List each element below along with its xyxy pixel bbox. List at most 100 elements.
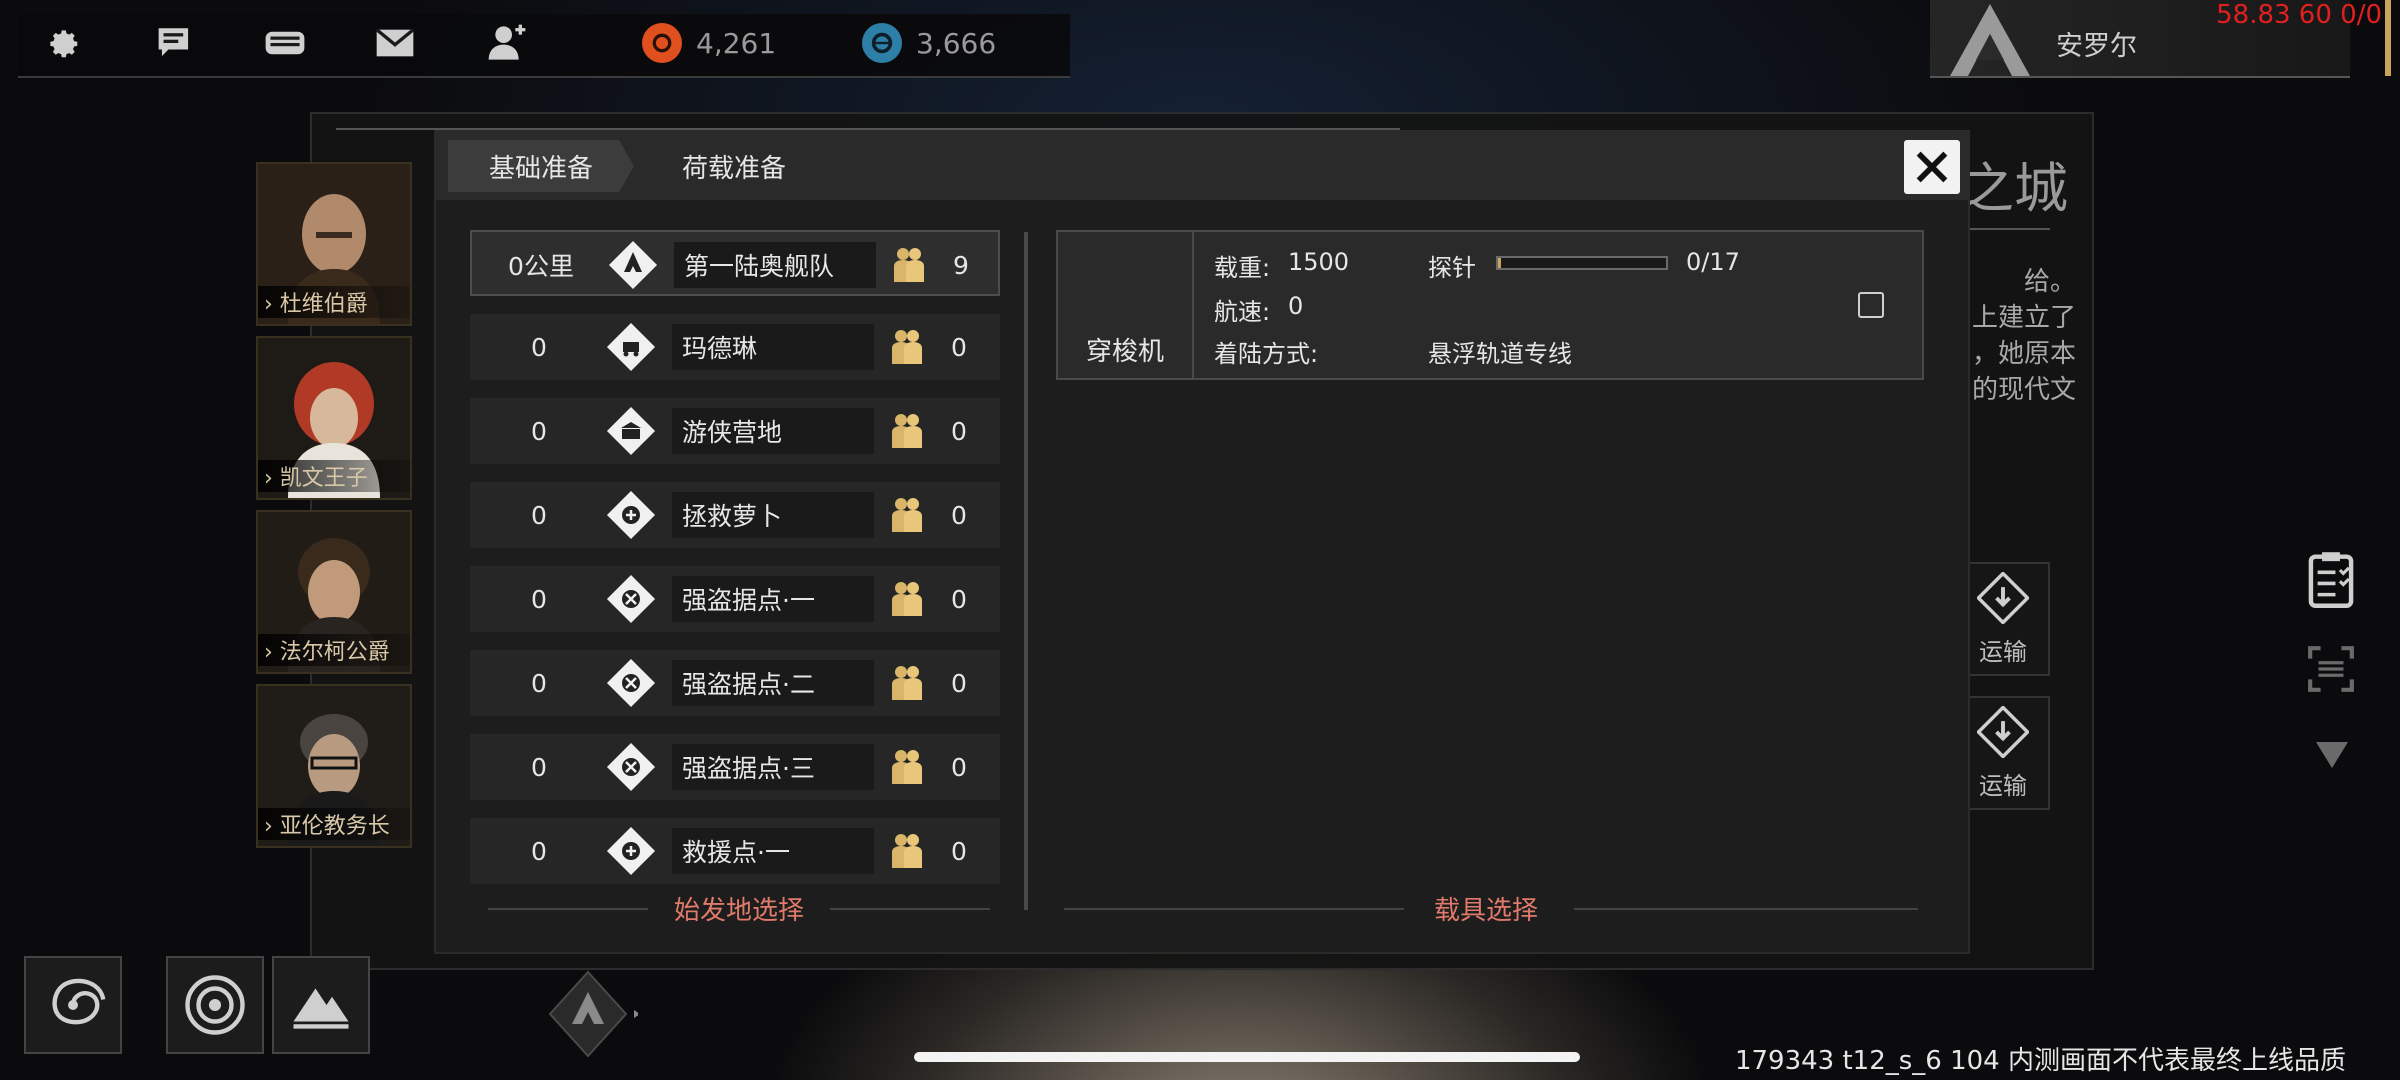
galaxy-button[interactable] xyxy=(24,956,122,1054)
route-count: 0 xyxy=(951,584,967,614)
load-value: 1500 xyxy=(1288,248,1350,276)
planet-button[interactable] xyxy=(166,956,264,1054)
background-title: 之城 xyxy=(1960,157,2068,220)
vehicle-section-label: 载具选择 xyxy=(1434,896,1539,926)
section-line xyxy=(488,908,648,910)
galaxy-icon xyxy=(52,978,106,1025)
character-name-text: 凯文王子 xyxy=(279,466,368,491)
route-distance: 0公里 xyxy=(508,252,574,281)
arrow-up-icon xyxy=(608,240,658,290)
character-card-3[interactable]: › 法尔柯公爵 xyxy=(256,510,412,674)
probe-progress-bar xyxy=(1496,256,1668,270)
gamepad-icon[interactable] xyxy=(262,20,308,66)
load-label: 载重: xyxy=(1214,254,1271,282)
crew-icon xyxy=(892,666,922,700)
tab-label: 基础准备 xyxy=(488,153,593,184)
download-icon xyxy=(1977,705,2029,758)
close-icon xyxy=(1916,151,1948,183)
faction-diamond-button[interactable] xyxy=(538,970,640,1064)
crossed-swords-icon xyxy=(606,574,656,624)
rescue-icon xyxy=(606,826,656,876)
add-friend-icon[interactable] xyxy=(484,20,530,66)
character-name: › 亚伦教务长 xyxy=(258,808,410,840)
crossed-swords-icon xyxy=(606,658,656,708)
close-button[interactable] xyxy=(1904,140,1960,194)
crew-icon xyxy=(892,582,922,616)
vehicle-icon xyxy=(606,322,656,372)
vehicle-name: 穿梭机 xyxy=(1058,232,1194,378)
crew-icon xyxy=(892,750,922,784)
background-text: 给。 上建立了 ，她原本 的现代文 xyxy=(1956,264,2076,408)
scan-icon[interactable] xyxy=(2306,644,2356,698)
background-text-line: 上建立了 xyxy=(1971,303,2076,333)
route-distance: 0 xyxy=(531,332,547,362)
chat-icon[interactable] xyxy=(152,20,198,66)
route-count: 0 xyxy=(951,836,967,866)
route-name: 救援点·一 xyxy=(672,828,874,874)
planet-icon xyxy=(185,975,245,1035)
player-name: 安罗尔 xyxy=(2056,31,2137,62)
route-count: 0 xyxy=(951,332,967,362)
vehicle-card[interactable]: 穿梭机 载重: 1500 探针 0/17 航速: 0 着陆方式: 悬浮轨道专线 xyxy=(1056,230,1924,380)
orange-currency: 4,261 xyxy=(642,20,776,66)
route-row[interactable]: 0 强盗据点·三 0 xyxy=(470,734,1000,800)
route-row[interactable]: 0 强盗据点·二 0 xyxy=(470,650,1000,716)
mountain-icon xyxy=(293,988,349,1029)
clipboard-icon[interactable] xyxy=(2306,550,2356,612)
gear-icon[interactable] xyxy=(40,20,86,66)
mountain-button[interactable] xyxy=(272,956,370,1054)
blue-currency-value: 3,666 xyxy=(916,26,997,60)
probe-value: 0/17 xyxy=(1686,248,1740,276)
orange-currency-value: 4,261 xyxy=(696,26,777,60)
route-name: 强盗据点·三 xyxy=(672,744,874,790)
route-row[interactable]: 0 救援点·一 0 xyxy=(470,818,1000,884)
tab-basic-prep[interactable]: 基础准备 xyxy=(448,140,634,192)
transport-label: 运输 xyxy=(1979,771,2027,800)
route-row[interactable]: 0 强盗据点·一 0 xyxy=(470,566,1000,632)
route-distance: 0 xyxy=(531,500,547,530)
fps-counter: 58.83 60 0/0 xyxy=(2216,0,2382,30)
character-name: › 法尔柯公爵 xyxy=(258,634,410,666)
probe-label: 探针 xyxy=(1428,254,1476,282)
route-name: 玛德琳 xyxy=(672,324,874,370)
route-row[interactable]: 0 玛德琳 0 xyxy=(470,314,1000,380)
crossed-swords-icon xyxy=(606,742,656,792)
section-line xyxy=(1064,908,1404,910)
build-watermark: 179343 t12_s_6 104 内测画面不代表最终上线品质 xyxy=(1734,1046,2346,1076)
origin-section-label: 始发地选择 xyxy=(674,896,805,926)
landing-label: 着陆方式: xyxy=(1214,340,1319,368)
background-text-line: ，她原本 xyxy=(1971,339,2076,369)
character-card-1[interactable]: › 杜维伯爵 xyxy=(256,162,412,326)
home-indicator[interactable] xyxy=(914,1052,1580,1062)
character-card-4[interactable]: › 亚伦教务长 xyxy=(256,684,412,848)
background-text-line: 的现代文 xyxy=(1971,375,2076,405)
resource-bar-edge xyxy=(2385,0,2391,76)
route-name: 强盗据点·二 xyxy=(672,660,874,706)
transport-label: 运输 xyxy=(1979,637,2027,666)
character-name: › 杜维伯爵 xyxy=(258,286,410,318)
section-line xyxy=(830,908,990,910)
vehicle-select-checkbox[interactable] xyxy=(1858,292,1884,318)
transport-button-1[interactable]: 运输 xyxy=(1956,562,2050,676)
route-distance: 0 xyxy=(531,668,547,698)
route-row[interactable]: 0 游侠营地 0 xyxy=(470,398,1000,464)
probe-progress-fill xyxy=(1498,258,1502,268)
route-name: 拯救萝卜 xyxy=(672,492,874,538)
character-name-text: 杜维伯爵 xyxy=(279,292,368,317)
mail-icon[interactable] xyxy=(372,20,418,66)
tab-payload-prep[interactable]: 荷载准备 xyxy=(634,140,834,192)
route-count: 0 xyxy=(951,752,967,782)
character-card-2[interactable]: › 凯文王子 xyxy=(256,336,412,500)
triangle-down-icon[interactable] xyxy=(2314,740,2350,774)
orange-currency-icon xyxy=(642,23,682,63)
landing-value: 悬浮轨道专线 xyxy=(1428,340,1572,368)
route-row[interactable]: 0公里 第一陆奥舰队 9 xyxy=(470,230,1000,296)
transport-button-2[interactable]: 运输 xyxy=(1956,696,2050,810)
download-icon xyxy=(1977,571,2029,624)
character-name: › 凯文王子 xyxy=(258,460,410,492)
faction-logo-icon xyxy=(1940,0,2040,82)
rescue-icon xyxy=(606,490,656,540)
route-row[interactable]: 0 拯救萝卜 0 xyxy=(470,482,1000,548)
route-distance: 0 xyxy=(531,836,547,866)
faction-diamond-icon xyxy=(548,970,640,1058)
